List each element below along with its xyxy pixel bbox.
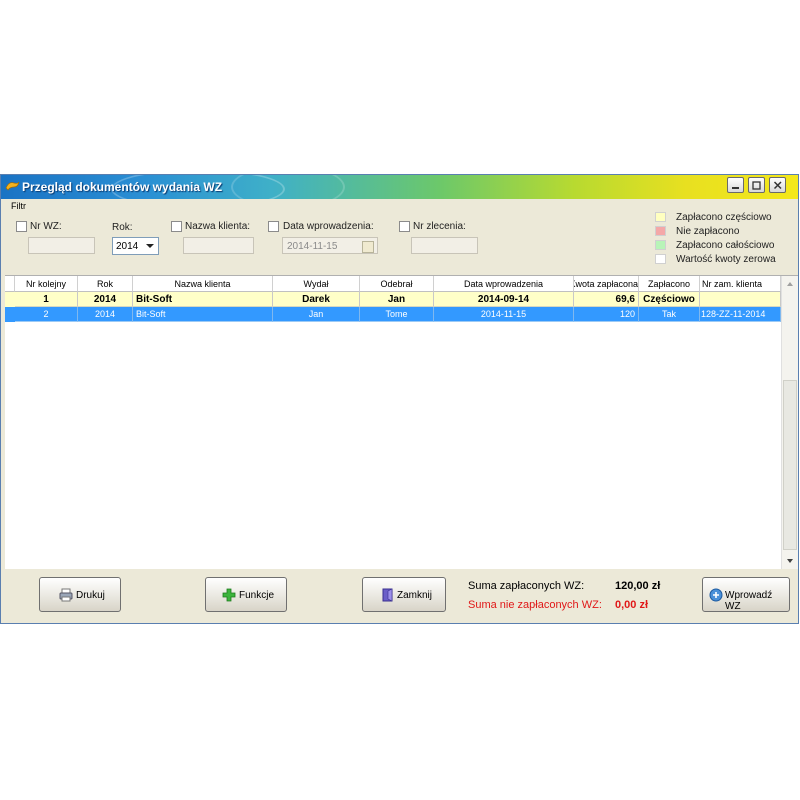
cell-nr-kolejny: 2 bbox=[15, 307, 78, 322]
col-header-wydal[interactable]: Wydał bbox=[273, 276, 360, 292]
exit-door-icon bbox=[382, 588, 393, 602]
col-header-nazwa-klienta[interactable]: Nazwa klienta bbox=[133, 276, 273, 292]
cell-nr-kolejny: 1 bbox=[15, 292, 78, 307]
calendar-icon[interactable] bbox=[362, 241, 374, 253]
main-window: Przegląd dokumentów wydania WZ Filtr Nr … bbox=[0, 174, 799, 624]
title-decoration-2 bbox=[231, 175, 345, 199]
legend-label-unpaid: Nie zapłacono bbox=[676, 226, 740, 237]
unpaid-sum-label: Suma nie zapłaconych WZ: bbox=[468, 599, 602, 611]
chevron-down-icon bbox=[146, 244, 154, 248]
cell-nr-zam-klienta: 128-ZZ-11-2014 bbox=[700, 307, 781, 322]
close-icon bbox=[773, 181, 782, 190]
nazwa-klienta-input[interactable] bbox=[183, 237, 254, 254]
nr-wz-label: Nr WZ: bbox=[30, 221, 62, 232]
close-window-button[interactable]: Zamknij bbox=[362, 577, 446, 612]
wz-documents-grid[interactable]: Nr kolejny Rok Nazwa klienta Wydał Odebr… bbox=[5, 275, 798, 569]
title-bar[interactable]: Przegląd dokumentów wydania WZ bbox=[1, 175, 798, 199]
close-window-button-label: Zamknij bbox=[397, 590, 433, 601]
nazwa-klienta-label: Nazwa klienta: bbox=[185, 221, 251, 232]
nr-wz-checkbox[interactable] bbox=[16, 221, 27, 232]
vertical-scrollbar[interactable] bbox=[781, 276, 798, 569]
app-logo-icon bbox=[5, 181, 20, 191]
arrow-up-icon bbox=[787, 282, 793, 286]
col-header-data-wprowadzenia[interactable]: Data wprowadzenia bbox=[434, 276, 574, 292]
nr-zlecenia-input[interactable] bbox=[411, 237, 478, 254]
print-button-label: Drukuj bbox=[76, 590, 105, 601]
legend-label-zero: Wartość kwoty zerowa bbox=[676, 254, 776, 265]
col-header-zaplacono[interactable]: Zapłacono bbox=[639, 276, 700, 292]
legend-label-full: Zapłacono całościowo bbox=[676, 240, 775, 251]
legend-swatch-unpaid bbox=[655, 226, 666, 236]
rok-label: Rok: bbox=[112, 222, 133, 233]
window-title: Przegląd dokumentów wydania WZ bbox=[22, 180, 223, 194]
add-wz-button[interactable]: Wprowadź WZ bbox=[702, 577, 790, 612]
unpaid-sum-value: 0,00 zł bbox=[615, 599, 649, 611]
legend-swatch-partial bbox=[655, 212, 666, 222]
cell-zaplacono: Tak bbox=[639, 307, 700, 322]
add-document-icon bbox=[709, 588, 723, 602]
cell-wydal: Darek bbox=[273, 292, 360, 307]
row-header-corner bbox=[5, 276, 15, 292]
data-wprowadzenia-value: 2014-11-15 bbox=[287, 241, 338, 252]
legend-label-partial: Zapłacono częściowo bbox=[676, 212, 772, 223]
cell-odebral: Tome bbox=[360, 307, 434, 322]
data-wprowadzenia-picker[interactable]: 2014-11-15 bbox=[282, 237, 378, 254]
cell-rok: 2014 bbox=[78, 292, 133, 307]
legend-swatch-zero bbox=[655, 254, 666, 264]
minimize-button[interactable] bbox=[727, 177, 744, 193]
scroll-down-button[interactable] bbox=[782, 553, 798, 569]
window-client: Filtr Nr WZ: Rok: Nazwa klienta: Data wp… bbox=[1, 199, 798, 623]
cell-data-wprowadzenia: 2014-09-14 bbox=[434, 292, 574, 307]
maximize-button[interactable] bbox=[748, 177, 765, 193]
col-header-rok[interactable]: Rok bbox=[78, 276, 133, 292]
filter-title: Filtr bbox=[11, 201, 26, 211]
cell-nazwa-klienta: Bit-Soft bbox=[133, 307, 273, 322]
printer-icon bbox=[59, 588, 73, 602]
close-button[interactable] bbox=[769, 177, 786, 193]
minimize-icon bbox=[732, 187, 739, 189]
table-row[interactable]: 1 2014 Bit-Soft Darek Jan 2014-09-14 69,… bbox=[5, 292, 781, 307]
legend-swatch-full bbox=[655, 240, 666, 250]
rok-select-value: 2014 bbox=[116, 241, 139, 252]
paid-sum-value: 120,00 zł bbox=[615, 580, 661, 592]
col-header-kwota-zaplacona[interactable]: Kwota zapłacona bbox=[574, 276, 639, 292]
cell-nazwa-klienta: Bit-Soft bbox=[133, 292, 273, 307]
nr-zlecenia-label: Nr zlecenia: bbox=[413, 221, 466, 232]
scroll-thumb[interactable] bbox=[783, 380, 797, 550]
cell-wydal: Jan bbox=[273, 307, 360, 322]
add-wz-button-label: Wprowadź WZ bbox=[725, 590, 773, 612]
data-wprowadzenia-checkbox[interactable] bbox=[268, 221, 279, 232]
bottom-toolbar: Drukuj Funkcje Zamknij Suma zapłaconych … bbox=[1, 570, 798, 623]
col-header-nr-zam-klienta[interactable]: Nr zam. klienta bbox=[700, 276, 781, 292]
cell-kwota-zaplacona: 69,6 bbox=[574, 292, 639, 307]
cell-nr-zam-klienta bbox=[700, 292, 781, 307]
print-button[interactable]: Drukuj bbox=[39, 577, 121, 612]
arrow-down-icon bbox=[787, 559, 793, 563]
maximize-icon bbox=[752, 181, 761, 190]
functions-button[interactable]: Funkcje bbox=[205, 577, 287, 612]
cell-rok: 2014 bbox=[78, 307, 133, 322]
data-wprowadzenia-label: Data wprowadzenia: bbox=[283, 221, 374, 232]
cell-zaplacono: Częściowo bbox=[639, 292, 700, 307]
scroll-up-button[interactable] bbox=[782, 276, 798, 292]
plus-icon bbox=[222, 588, 236, 602]
col-header-nr-kolejny[interactable]: Nr kolejny bbox=[15, 276, 78, 292]
rok-select[interactable]: 2014 bbox=[112, 237, 159, 255]
nr-zlecenia-checkbox[interactable] bbox=[399, 221, 410, 232]
table-row-selected[interactable]: 2 2014 Bit-Soft Jan Tome 2014-11-15 120 … bbox=[5, 307, 781, 322]
nazwa-klienta-checkbox[interactable] bbox=[171, 221, 182, 232]
cell-odebral: Jan bbox=[360, 292, 434, 307]
nr-wz-input[interactable] bbox=[28, 237, 95, 254]
functions-button-label: Funkcje bbox=[239, 590, 275, 601]
cell-data-wprowadzenia: 2014-11-15 bbox=[434, 307, 574, 322]
paid-sum-label: Suma zapłaconych WZ: bbox=[468, 580, 585, 592]
col-header-odebral[interactable]: Odebrał bbox=[360, 276, 434, 292]
cell-kwota-zaplacona: 120 bbox=[574, 307, 639, 322]
